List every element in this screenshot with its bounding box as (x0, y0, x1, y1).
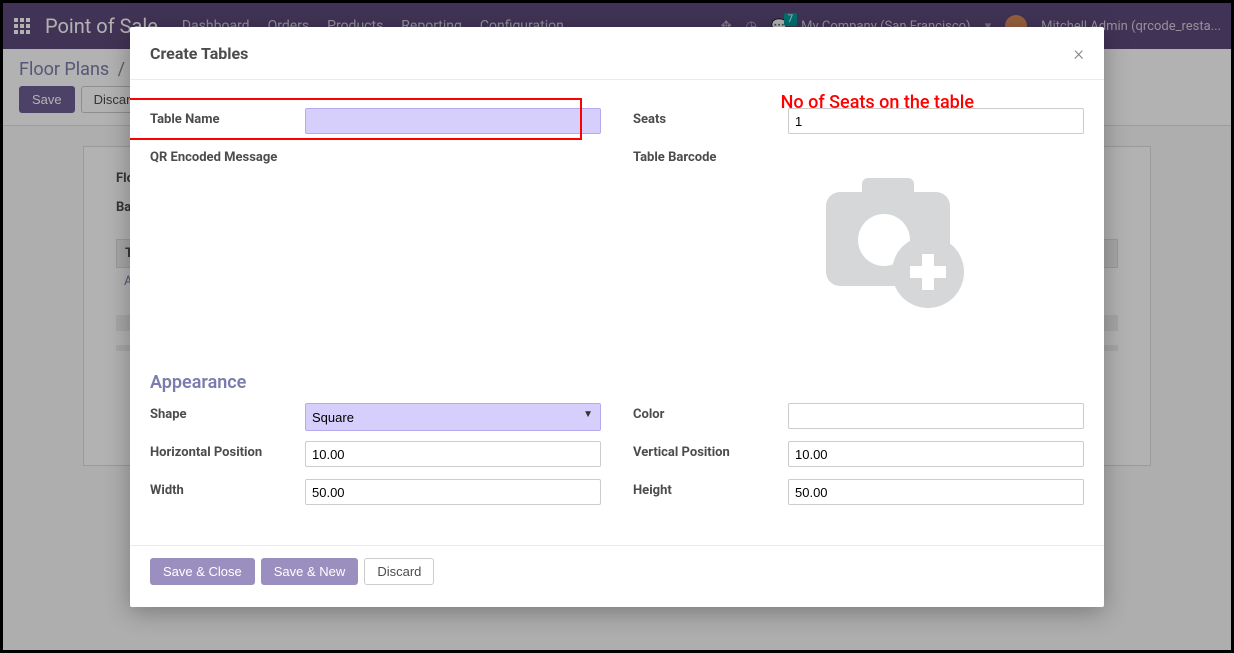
save-new-button[interactable]: Save & New (261, 558, 359, 585)
modal-title: Create Tables (150, 44, 1074, 63)
shape-label: Shape (150, 403, 305, 424)
barcode-image-placeholder[interactable] (788, 154, 988, 326)
table-name-input[interactable] (305, 108, 601, 134)
shape-select[interactable]: Square (305, 403, 601, 431)
save-close-button[interactable]: Save & Close (150, 558, 255, 585)
h-pos-input[interactable] (305, 441, 601, 467)
v-pos-input[interactable] (788, 441, 1084, 467)
seats-label: Seats (633, 108, 788, 129)
h-pos-label: Horizontal Position (150, 441, 305, 462)
width-label: Width (150, 479, 305, 500)
modal-body: No of Seats on the table Table Name QR E… (130, 80, 1104, 545)
color-label: Color (633, 403, 788, 424)
height-input[interactable] (788, 479, 1084, 505)
modal-overlay: Create Tables × No of Seats on the table… (3, 3, 1231, 650)
appearance-section-title: Appearance (150, 372, 1084, 393)
modal-footer: Save & Close Save & New Discard (130, 545, 1104, 607)
modal-discard-button[interactable]: Discard (364, 558, 434, 585)
create-tables-modal: Create Tables × No of Seats on the table… (130, 27, 1104, 607)
color-input[interactable] (788, 403, 1084, 429)
width-input[interactable] (305, 479, 601, 505)
annotation-text: No of Seats on the table (781, 92, 974, 113)
qr-encoded-label: QR Encoded Message (150, 146, 305, 167)
close-icon[interactable]: × (1074, 41, 1084, 65)
table-name-label: Table Name (150, 108, 305, 129)
v-pos-label: Vertical Position (633, 441, 788, 462)
height-label: Height (633, 479, 788, 500)
modal-header: Create Tables × (130, 27, 1104, 80)
table-barcode-label: Table Barcode (633, 146, 788, 167)
